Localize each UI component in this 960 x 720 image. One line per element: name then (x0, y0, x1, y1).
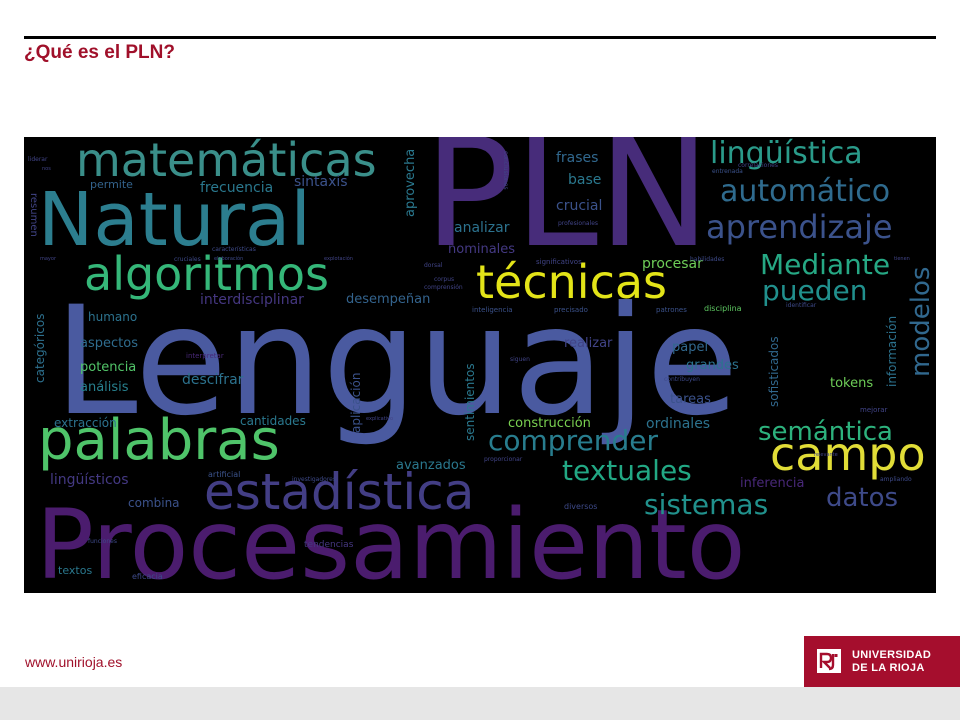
word-contribuyen: contribuyen (664, 376, 700, 383)
word-liderar: liderar (28, 156, 48, 163)
word-habilidades: habilidades (690, 256, 725, 263)
word-conclusiones: conclusiones (502, 151, 509, 190)
website-url[interactable]: www.unirioja.es (25, 654, 122, 670)
word-cruciales: cruciales (174, 256, 201, 263)
word-explotacion: explotación (324, 256, 353, 262)
word-desempenan: desempeñan (346, 292, 431, 307)
word-sentimientos: sentimientos (463, 363, 477, 441)
word-ampliando: ampliando (880, 476, 912, 483)
word-precisado: precisado (554, 306, 588, 314)
word-semantica: semántica (758, 417, 893, 447)
word-proporcionar: proporcionar (484, 456, 523, 463)
word-descifrar: descifrar (182, 372, 244, 388)
word-analisis: análisis (80, 380, 129, 395)
word-categoricos: categóricos (33, 313, 47, 383)
word-diversos: diversos (564, 502, 598, 511)
university-emblem-icon (817, 649, 841, 673)
word-eficacia: eficacia (132, 572, 163, 581)
word-comprension: comprensión (424, 284, 463, 291)
word-explicativo: explicativo (366, 416, 394, 422)
word-comprender: comprender (488, 424, 658, 457)
word-estadistica: estadística (204, 463, 475, 521)
word-informacion: información (885, 315, 899, 387)
title-rule (24, 36, 936, 39)
word-potencia: potencia (80, 360, 137, 375)
word-linguistica: lingüística (710, 137, 863, 171)
word-cloud: Procesamiento Lenguaje PLN Natural matem… (24, 137, 936, 593)
word-aplicacion: aplicación (349, 372, 363, 433)
word-identificar: identificar (786, 302, 817, 309)
word-textuales: textuales (562, 454, 692, 487)
word-mejorar: mejorar (860, 406, 888, 414)
word-tokens: tokens (830, 376, 874, 391)
word-dorsal: dorsal (424, 262, 443, 269)
word-frases: frases (556, 150, 599, 166)
word-aspectos: aspectos (80, 336, 138, 351)
university-name-line2: DE LA RIOJA (852, 662, 925, 674)
word-automatico: automático (720, 174, 891, 209)
word-permite: permite (90, 178, 133, 191)
word-textos: textos (58, 564, 93, 577)
word-relevante: relevante (814, 452, 838, 458)
word-disciplina: disciplina (704, 304, 742, 313)
slide-title: ¿Qué es el PLN? (24, 42, 175, 63)
word-combina: combina (128, 496, 180, 510)
word-correlaciones: correlaciones (738, 162, 778, 169)
word-construccion: construcción (508, 416, 591, 431)
word-sigue: siguen (510, 356, 530, 363)
word-mayor: mayor (40, 256, 57, 262)
word-sintaxis: sintaxis (294, 174, 348, 190)
word-tareas: tareas (670, 392, 711, 407)
word-funciones: funciones (88, 538, 117, 545)
word-pueden: pueden (762, 274, 868, 307)
word-patrones: patrones (656, 306, 687, 314)
word-realizar: realizar (564, 336, 613, 351)
word-interpretar: interpretar (186, 352, 224, 360)
university-name-line1: UNIVERSIDAD (852, 649, 932, 661)
word-humano: humano (88, 310, 138, 324)
word-inteligencia: inteligencia (472, 306, 513, 314)
word-nominales: nominales (448, 242, 516, 257)
word-aprendizaje: aprendizaje (706, 208, 893, 246)
word-cantidades: cantidades (240, 414, 306, 428)
word-resumen: resumen (28, 193, 39, 237)
university-logo: UNIVERSIDAD DE LA RIOJA (804, 636, 960, 687)
word-analizar: analizar (454, 220, 510, 236)
word-sistemas: sistemas (644, 488, 769, 521)
word-frecuencia: frecuencia (200, 180, 274, 196)
word-extraccion: extracción (54, 416, 117, 430)
word-elaboracion: elaboración (214, 256, 244, 262)
word-crucial: crucial (556, 198, 603, 214)
word-sofisticados: sofisticados (767, 336, 781, 407)
word-grandes: grandes (686, 358, 739, 373)
word-base: base (568, 172, 602, 188)
word-profesionales: profesionales (558, 220, 599, 227)
word-modelos: modelos (906, 266, 936, 377)
word-ordinales: ordinales (646, 416, 711, 432)
word-artificial: artificial (208, 470, 241, 479)
word-tienen: tienen (894, 256, 910, 262)
word-datos: datos (826, 483, 899, 513)
word-significativos: significativos (536, 258, 582, 266)
word-algoritmos: algoritmos (84, 247, 329, 301)
word-interdisciplinar: interdisciplinar (200, 292, 304, 308)
word-corpus: corpus (434, 276, 455, 283)
word-avanzados: avanzados (396, 458, 466, 473)
word-entrenada: entrenada (712, 168, 743, 175)
word-papel: papel (672, 340, 709, 355)
word-nos: nos (42, 166, 51, 172)
word-inferencia: inferencia (740, 476, 805, 491)
word-linguisticos: lingüísticos (50, 472, 129, 488)
word-aprovecha: aprovecha (403, 148, 418, 217)
word-investigadores: investigadores (292, 476, 336, 483)
word-tendencias: tendencias (304, 540, 354, 550)
word-caracteristicas: características (212, 246, 256, 253)
